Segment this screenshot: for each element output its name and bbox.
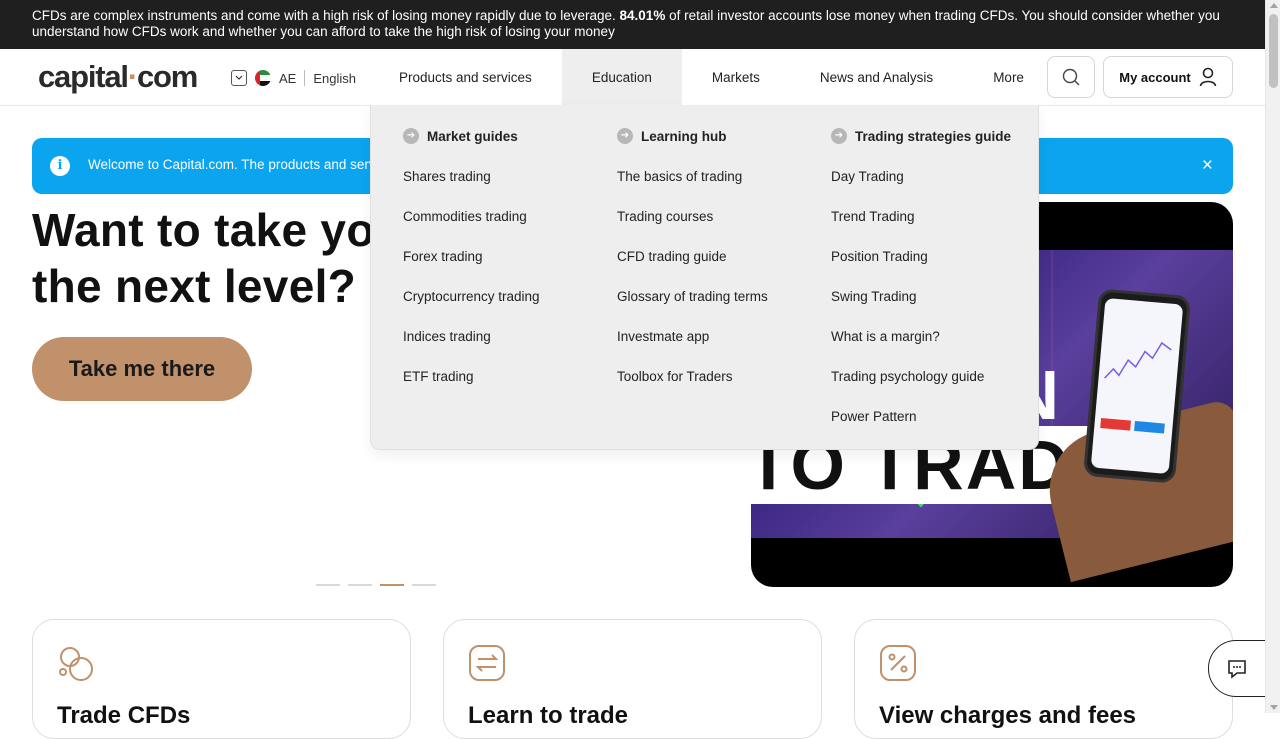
menu-link[interactable]: Glossary of trading terms <box>617 289 768 329</box>
carousel-dots <box>316 584 436 586</box>
menu-link[interactable]: Trend Trading <box>831 209 1011 249</box>
menu-heading[interactable]: ➔ Trading strategies guide <box>831 128 1012 144</box>
menu-column-learning-hub: ➔ Learning hub The basics of trading Trad… <box>617 128 768 409</box>
coins-icon <box>59 647 93 681</box>
menu-heading-label: Market guides <box>427 128 518 144</box>
phone-image <box>1082 288 1192 484</box>
menu-link[interactable]: Swing Trading <box>831 289 1011 329</box>
welcome-banner-text: Welcome to Capital.com. The products and… <box>88 157 376 172</box>
menu-heading-label: Trading strategies guide <box>855 128 1012 144</box>
card-learn-to-trade[interactable]: Learn to trade <box>443 619 822 739</box>
search-button[interactable] <box>1047 56 1095 98</box>
percent-icon <box>880 645 916 681</box>
carousel-dot[interactable] <box>348 584 372 586</box>
card-trade-cfds[interactable]: Trade CFDs <box>32 619 411 739</box>
menu-link[interactable]: Shares trading <box>403 169 540 209</box>
menu-column-market-guides: ➔ Market guides Shares trading Commoditie… <box>403 128 540 409</box>
user-icon <box>1199 67 1217 87</box>
page-scrollbar[interactable] <box>1265 0 1280 713</box>
card-title: Trade CFDs <box>57 702 191 729</box>
language-label: English <box>313 70 356 86</box>
take-me-there-button[interactable]: Take me there <box>32 337 252 401</box>
card-title: Learn to trade <box>468 702 629 729</box>
menu-link[interactable]: ETF trading <box>403 369 540 409</box>
carousel-dot-active[interactable] <box>380 584 404 586</box>
exchange-icon <box>469 645 505 681</box>
info-icon: i <box>50 156 70 176</box>
region-code: AE <box>279 70 297 86</box>
card-title: View charges and fees <box>879 702 1137 729</box>
menu-heading[interactable]: ➔ Market guides <box>403 128 540 144</box>
menu-link[interactable]: The basics of trading <box>617 169 768 209</box>
menu-heading[interactable]: ➔ Learning hub <box>617 128 768 144</box>
scroll-down-icon[interactable] <box>1270 705 1278 710</box>
risk-warning-percent: 84.01% <box>619 8 666 23</box>
menu-link[interactable]: What is a margin? <box>831 329 1011 369</box>
risk-warning-bar: CFDs are complex instruments and come wi… <box>0 0 1265 49</box>
menu-link[interactable]: Investmate app <box>617 329 768 369</box>
nav-products-and-services[interactable]: Products and services <box>369 49 562 106</box>
scrollbar-thumb[interactable] <box>1269 14 1278 88</box>
menu-link[interactable]: Day Trading <box>831 169 1011 209</box>
logo[interactable]: capital·com <box>38 59 198 95</box>
site-header: capital·com AE English Products and serv… <box>0 49 1265 106</box>
menu-link[interactable]: Trading courses <box>617 209 768 249</box>
menu-link[interactable]: Cryptocurrency trading <box>403 289 540 329</box>
carousel-dot[interactable] <box>412 584 436 586</box>
arrow-right-icon: ➔ <box>403 128 419 144</box>
uae-flag-icon <box>255 70 271 86</box>
search-icon <box>1062 68 1080 86</box>
carousel-dot[interactable] <box>316 584 340 586</box>
menu-link[interactable]: Trading psychology guide <box>831 369 1011 409</box>
nav-markets[interactable]: Markets <box>682 49 790 106</box>
education-menu: ➔ Market guides Shares trading Commoditie… <box>370 105 1039 450</box>
menu-link[interactable]: CFD trading guide <box>617 249 768 289</box>
menu-link[interactable]: Toolbox for Traders <box>617 369 768 409</box>
language-selector[interactable]: AE English <box>231 68 356 88</box>
arrow-right-icon: ➔ <box>831 128 847 144</box>
card-charges-and-fees[interactable]: View charges and fees <box>854 619 1233 739</box>
menu-link[interactable]: Power Pattern <box>831 409 1011 449</box>
close-icon[interactable]: × <box>1202 155 1213 177</box>
nav-news-and-analysis[interactable]: News and Analysis <box>790 49 963 106</box>
menu-column-trading-strategies: ➔ Trading strategies guide Day Trading Tr… <box>831 128 1012 449</box>
chevron-down-icon[interactable] <box>231 70 247 86</box>
nav-education[interactable]: Education <box>561 49 682 106</box>
risk-warning-text-before: CFDs are complex instruments and come wi… <box>32 8 620 23</box>
arrow-right-icon: ➔ <box>617 128 633 144</box>
chat-icon <box>1228 659 1246 679</box>
logo-right: com <box>136 59 198 94</box>
my-account-button[interactable]: My account <box>1103 56 1233 98</box>
logo-dot: · <box>127 59 138 94</box>
divider <box>304 70 306 86</box>
menu-link[interactable]: Indices trading <box>403 329 540 369</box>
my-account-label: My account <box>1119 69 1191 85</box>
menu-link[interactable]: Forex trading <box>403 249 540 289</box>
nav-more[interactable]: More <box>963 49 1054 106</box>
main-nav: Products and services Education Markets … <box>369 49 1054 106</box>
chat-button[interactable] <box>1208 640 1265 697</box>
menu-heading-label: Learning hub <box>641 128 727 144</box>
menu-link[interactable]: Position Trading <box>831 249 1011 289</box>
scroll-up-icon[interactable] <box>1270 3 1278 8</box>
logo-left: capital <box>38 59 129 94</box>
menu-link[interactable]: Commodities trading <box>403 209 540 249</box>
